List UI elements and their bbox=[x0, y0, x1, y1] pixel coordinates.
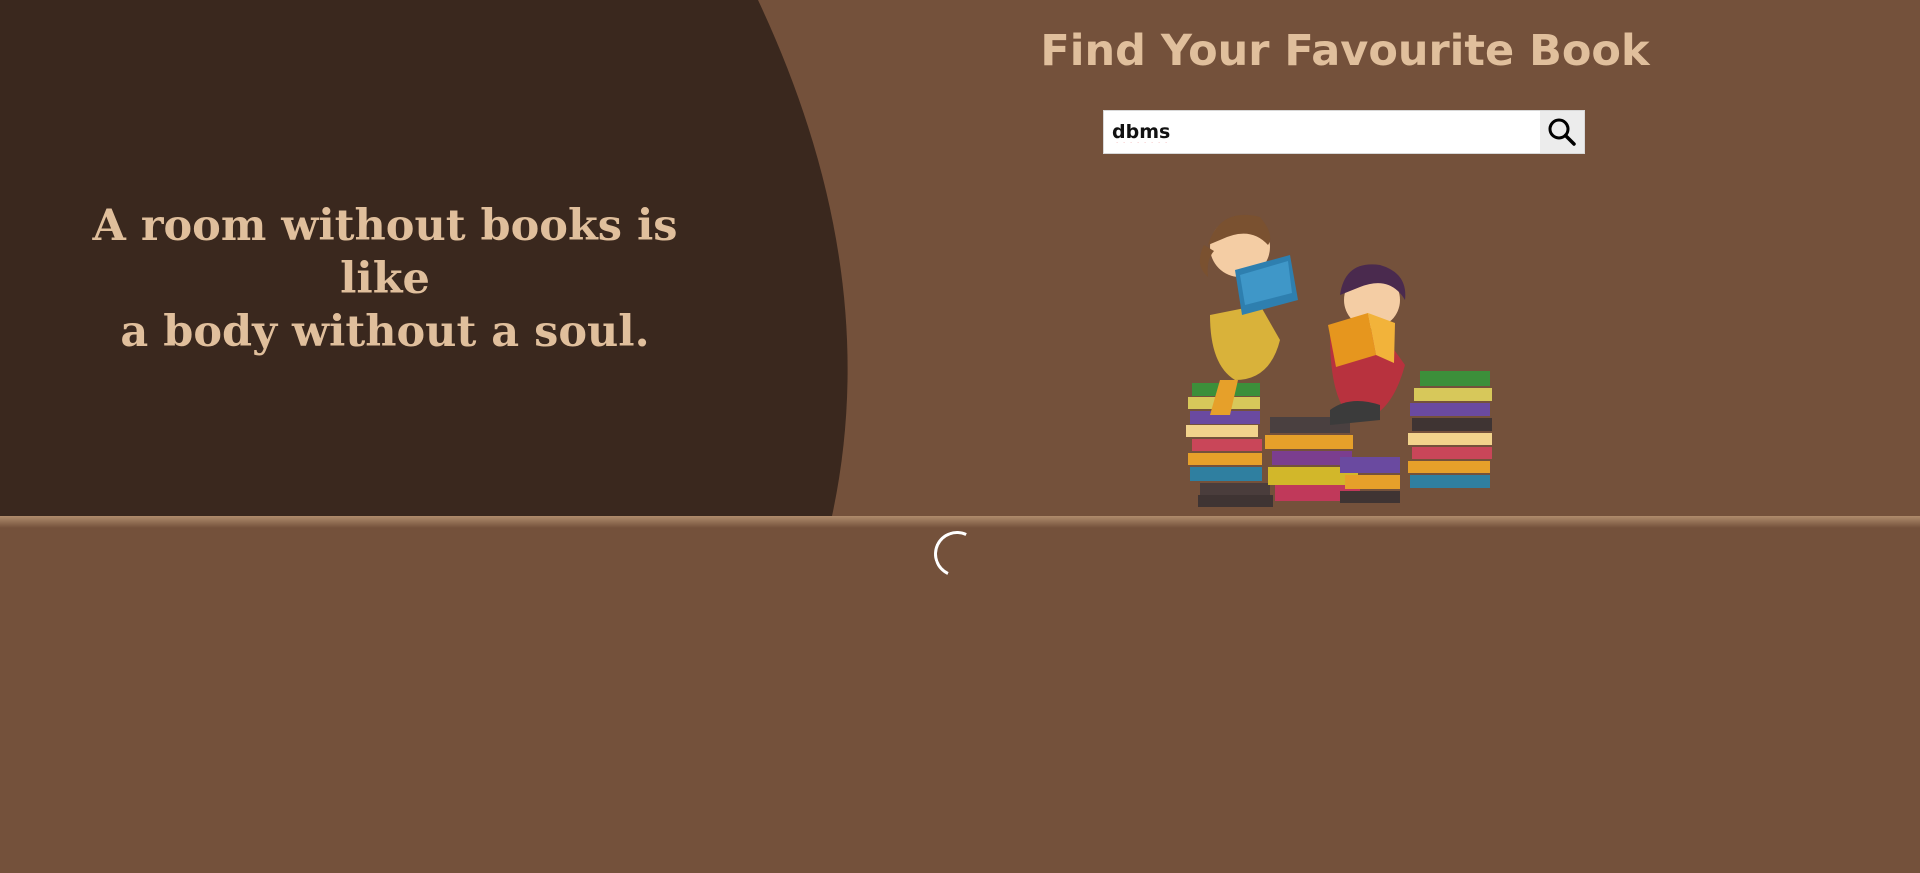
section-divider bbox=[0, 516, 1920, 528]
search-icon bbox=[1548, 118, 1576, 146]
kids-reading-books-illustration bbox=[1186, 214, 1492, 507]
results-area bbox=[0, 528, 1920, 873]
search-input[interactable] bbox=[1104, 111, 1540, 153]
right-book-stack bbox=[1408, 371, 1492, 488]
page-title: Find Your Favourite Book bbox=[1040, 26, 1650, 76]
middle-book-stack bbox=[1265, 417, 1400, 503]
hero-section: A room without books is like a body with… bbox=[0, 0, 1920, 516]
hero-quote: A room without books is like a body with… bbox=[60, 200, 710, 359]
quote-line-1: A room without books is like bbox=[92, 201, 678, 304]
search-bar bbox=[1103, 110, 1585, 154]
boy-reading bbox=[1328, 264, 1406, 425]
quote-line-2: a body without a soul. bbox=[120, 307, 650, 357]
search-button[interactable] bbox=[1540, 111, 1584, 153]
